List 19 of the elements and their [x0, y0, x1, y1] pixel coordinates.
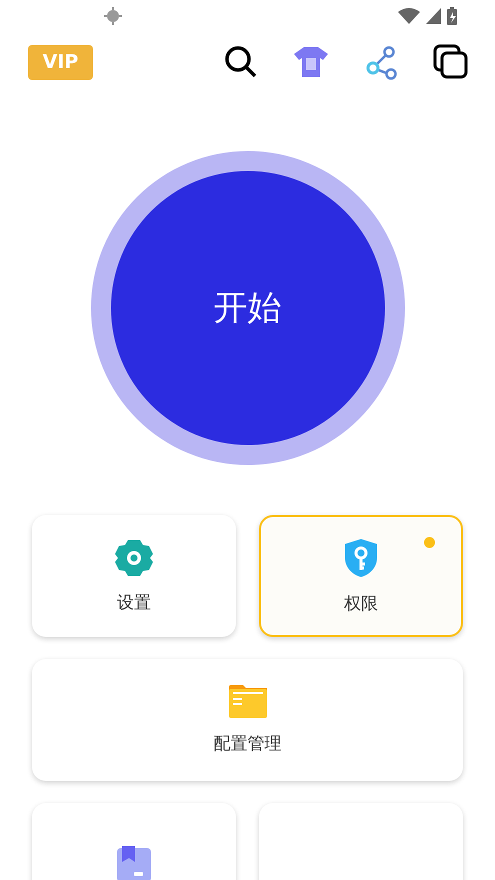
bookmark-box-icon: [117, 846, 151, 880]
card-label: 设置: [117, 592, 151, 614]
menu-card[interactable]: 权限: [259, 515, 463, 637]
card-label: 配置管理: [214, 733, 282, 755]
notification-dot: [424, 537, 435, 548]
card-label: 权限: [344, 592, 378, 614]
location-icon: [104, 7, 122, 25]
battery-icon: [447, 7, 457, 25]
copy-icon[interactable]: [433, 44, 469, 80]
t-shirt-icon[interactable]: [293, 44, 329, 80]
menu-card[interactable]: 配置管理: [32, 659, 463, 781]
gear-icon: [114, 538, 154, 576]
signal-icon: [426, 8, 441, 24]
shield-key-icon: [344, 538, 378, 578]
folder-icon: [228, 685, 266, 718]
wifi-icon: [398, 8, 420, 24]
search-icon[interactable]: [223, 44, 259, 80]
menu-card[interactable]: 设置: [32, 515, 236, 637]
start-button[interactable]: 开始: [110, 171, 384, 445]
